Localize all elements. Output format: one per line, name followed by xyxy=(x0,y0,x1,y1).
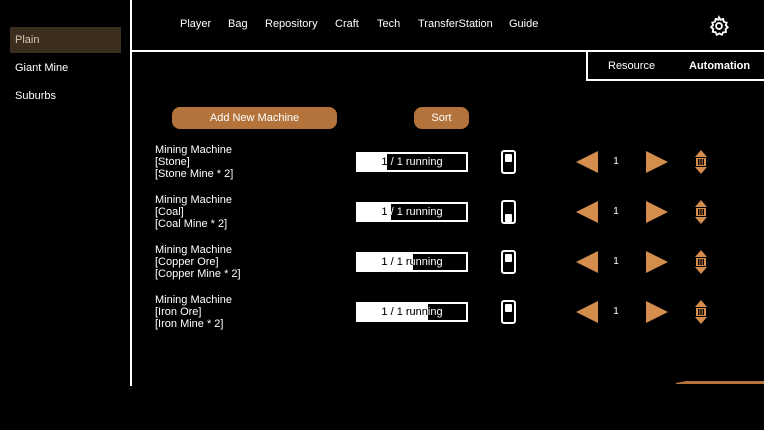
machine-resource: [Iron Ore] xyxy=(155,306,202,318)
nav-player[interactable]: Player xyxy=(180,18,211,30)
toggle-knob xyxy=(505,304,512,312)
machine-toggle[interactable] xyxy=(501,150,516,174)
nav-craft[interactable]: Craft xyxy=(335,18,359,30)
reorder-handle-icon[interactable] xyxy=(694,200,708,224)
increase-arrow-icon[interactable] xyxy=(646,151,668,173)
machine-name: Mining Machine xyxy=(155,194,233,206)
sidebar-divider xyxy=(130,0,132,386)
gear-icon[interactable] xyxy=(708,15,730,37)
tab-resource[interactable]: Resource xyxy=(608,60,655,72)
machine-location: [Iron Mine * 2] xyxy=(155,318,224,330)
machine-name: Mining Machine xyxy=(155,294,233,306)
machine-count: 1 xyxy=(613,156,619,167)
reorder-handle-icon[interactable] xyxy=(694,250,708,274)
machine-toggle[interactable] xyxy=(501,200,516,224)
toggle-knob xyxy=(505,154,512,162)
machine-toggle[interactable] xyxy=(501,250,516,274)
add-new-machine-button[interactable]: Add New Machine xyxy=(172,107,337,129)
machine-status: 1 / 1 running xyxy=(381,306,443,318)
toggle-knob xyxy=(505,254,512,262)
reorder-handle-icon[interactable] xyxy=(694,300,708,324)
machine-status-bar: 1 / 1 running xyxy=(356,202,468,222)
increase-arrow-icon[interactable] xyxy=(646,201,668,223)
toggle-knob xyxy=(505,214,512,222)
nav-tech[interactable]: Tech xyxy=(377,18,400,30)
tab-automation[interactable]: Automation xyxy=(689,60,750,72)
machine-status-bar: 1 / 1 running xyxy=(356,302,468,322)
machine-info: Mining Machine [Iron Ore] [Iron Mine * 2… xyxy=(155,294,232,330)
sidebar-item-suburbs[interactable]: Suburbs xyxy=(10,83,121,109)
sidebar-item-giant-mine[interactable]: Giant Mine xyxy=(10,55,121,81)
machine-info: Mining Machine [Stone] [Stone Mine * 2] xyxy=(155,144,233,180)
machine-name: Mining Machine xyxy=(155,144,233,156)
machine-count: 1 xyxy=(613,256,619,267)
machine-resource: [Coal] xyxy=(155,206,184,218)
reorder-handle-icon[interactable] xyxy=(694,150,708,174)
machine-toggle[interactable] xyxy=(501,300,516,324)
nav-transferstation[interactable]: TransferStation xyxy=(418,18,493,30)
increase-arrow-icon[interactable] xyxy=(646,301,668,323)
decrease-arrow-icon[interactable] xyxy=(576,251,598,273)
location-sidebar: Plain Giant Mine Suburbs xyxy=(0,0,131,386)
increase-arrow-icon[interactable] xyxy=(646,251,668,273)
nav-repository[interactable]: Repository xyxy=(265,18,318,30)
machine-location: [Stone Mine * 2] xyxy=(155,168,234,180)
sidebar-item-plain[interactable]: Plain xyxy=(10,27,121,53)
machine-name: Mining Machine xyxy=(155,244,233,256)
decrease-arrow-icon[interactable] xyxy=(576,301,598,323)
machine-location: [Coal Mine * 2] xyxy=(155,218,228,230)
machine-count: 1 xyxy=(613,306,619,317)
machine-count: 1 xyxy=(613,206,619,217)
machine-status-bar: 1 / 1 running xyxy=(356,252,468,272)
nav-bag[interactable]: Bag xyxy=(228,18,248,30)
machine-info: Mining Machine [Copper Ore] [Copper Mine… xyxy=(155,244,241,280)
machine-status: 1 / 1 running xyxy=(381,256,443,268)
machine-status-bar: 1 / 1 running xyxy=(356,152,468,172)
machine-resource: [Stone] xyxy=(155,156,190,168)
machine-location: [Copper Mine * 2] xyxy=(155,268,241,280)
machine-info: Mining Machine [Coal] [Coal Mine * 2] xyxy=(155,194,232,230)
sort-button[interactable]: Sort xyxy=(414,107,469,129)
decrease-arrow-icon[interactable] xyxy=(576,201,598,223)
subtab-bar: Resource Automation xyxy=(586,52,764,81)
nav-guide[interactable]: Guide xyxy=(509,18,538,30)
machine-status: 1 / 1 running xyxy=(381,156,443,168)
machine-resource: [Copper Ore] xyxy=(155,256,219,268)
corner-decoration xyxy=(676,381,764,384)
machine-status: 1 / 1 running xyxy=(381,206,443,218)
decrease-arrow-icon[interactable] xyxy=(576,151,598,173)
